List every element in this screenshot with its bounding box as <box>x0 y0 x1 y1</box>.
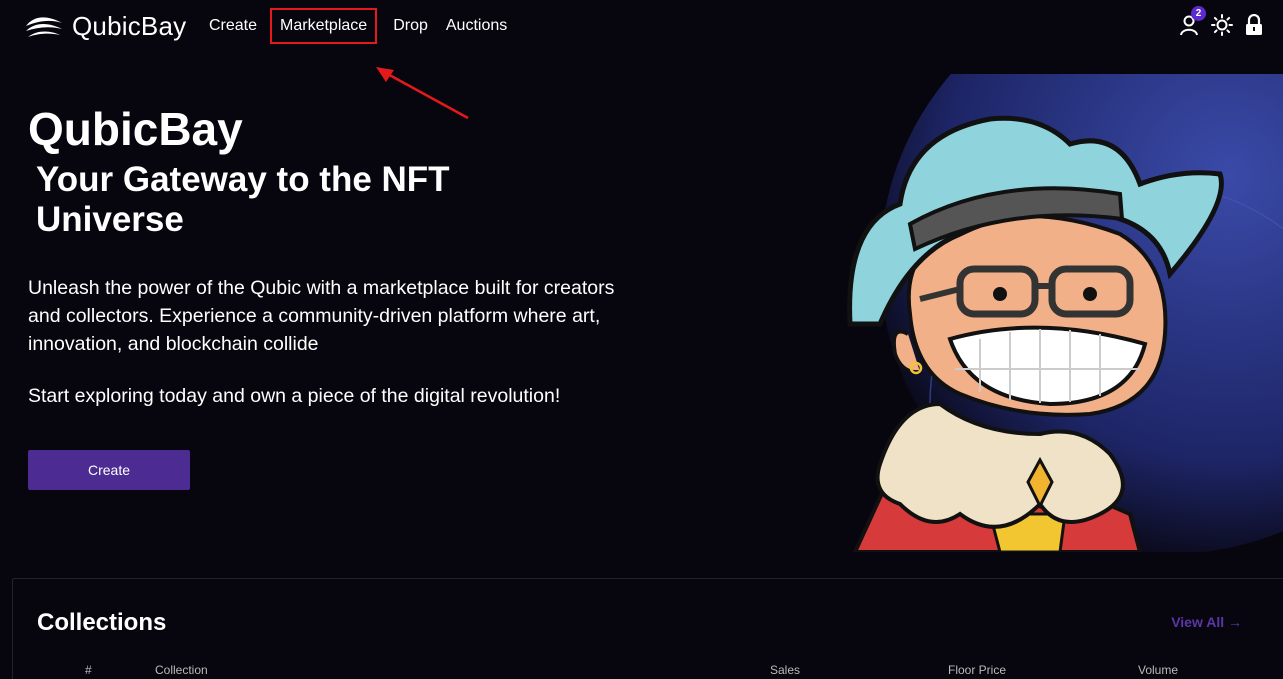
column-header-sales[interactable]: Sales <box>770 663 800 677</box>
column-header-rank[interactable]: # <box>85 663 92 677</box>
view-all-link[interactable]: View All → <box>1171 614 1242 630</box>
nav-link-drop[interactable]: Drop <box>384 16 437 36</box>
create-button[interactable]: Create <box>28 450 190 490</box>
collections-table-header: # Collection Sales Floor Price Volume <box>13 663 1283 677</box>
navbar: QubicBay Create Marketplace Drop Auction… <box>0 0 1283 52</box>
main-nav: Create Marketplace Drop Auctions <box>200 8 516 44</box>
sun-icon <box>1211 14 1233 36</box>
column-header-volume[interactable]: Volume <box>1138 663 1178 677</box>
notification-badge: 2 <box>1191 6 1206 21</box>
column-header-floor-price[interactable]: Floor Price <box>948 663 1006 677</box>
collections-title: Collections <box>37 609 167 636</box>
theme-toggle-button[interactable] <box>1211 12 1233 38</box>
brand-name: QubicBay <box>72 11 187 41</box>
nav-link-marketplace[interactable]: Marketplace <box>270 8 378 44</box>
brand-logo[interactable]: QubicBay <box>24 11 186 42</box>
lock-button[interactable] <box>1243 12 1265 38</box>
nav-link-create[interactable]: Create <box>200 16 266 36</box>
hero-subtitle: Your Gateway to the NFT Universe <box>36 160 450 239</box>
hero-cta-text: Start exploring today and own a piece of… <box>28 385 561 407</box>
lock-icon <box>1246 14 1262 35</box>
column-header-collection[interactable]: Collection <box>155 663 208 677</box>
wave-logo-icon <box>26 16 62 37</box>
collections-panel: Collections View All → # Collection Sale… <box>12 578 1283 679</box>
nav-actions: 2 <box>1179 6 1265 38</box>
hero-description: Unleash the power of the Qubic with a ma… <box>28 277 615 355</box>
hero-illustration <box>840 74 1283 552</box>
hero-title: QubicBay <box>28 103 243 155</box>
nav-link-auctions[interactable]: Auctions <box>437 16 516 36</box>
user-button[interactable]: 2 <box>1179 6 1206 38</box>
annotation-arrow <box>376 67 469 120</box>
